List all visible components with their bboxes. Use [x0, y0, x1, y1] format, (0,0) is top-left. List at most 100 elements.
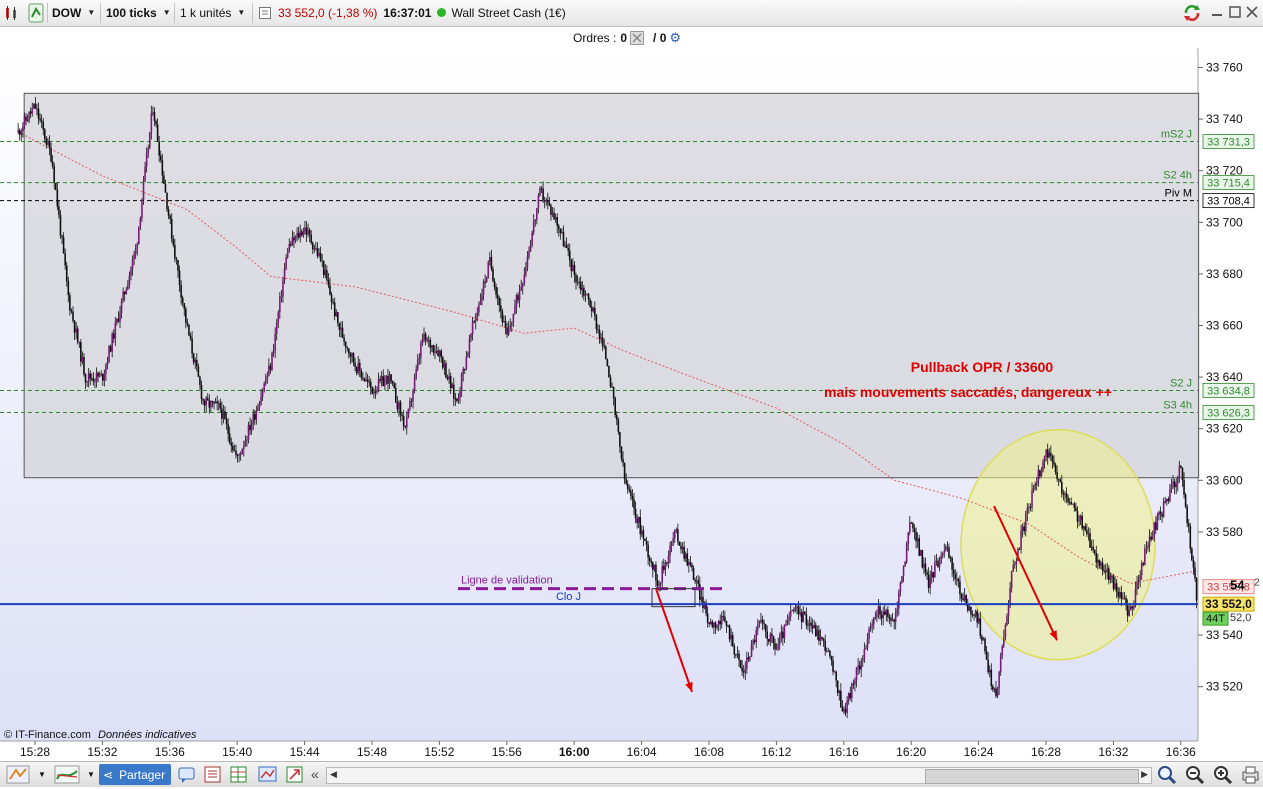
candle-body [299, 231, 302, 238]
candle-body [493, 281, 496, 288]
candle-body [1100, 562, 1102, 566]
x-tick-label: 15:56 [492, 745, 522, 759]
candle-body [501, 311, 504, 323]
comment-icon[interactable] [177, 765, 197, 784]
candle-body [310, 234, 312, 243]
candle-body [1028, 507, 1030, 509]
candle-body [374, 391, 377, 393]
units-dropdown[interactable]: 1 k unités ▼ [180, 2, 245, 23]
maximize-icon[interactable] [1229, 6, 1241, 18]
candle-body [395, 388, 397, 403]
candle-body [484, 281, 486, 283]
candle-body [1037, 470, 1040, 484]
candle-body [725, 621, 728, 626]
validation-label: Ligne de validation [461, 575, 553, 587]
candle-body [1159, 511, 1162, 514]
candle-body [155, 121, 157, 125]
candle-body [528, 251, 530, 257]
candle-body [647, 544, 649, 558]
candle-body [61, 235, 63, 238]
candle-body [365, 379, 367, 381]
candle-body [916, 538, 919, 542]
candle-body [1059, 479, 1062, 483]
candle-body [625, 478, 627, 484]
export-icon[interactable] [285, 765, 305, 784]
candle-body [253, 413, 256, 420]
candle-body [619, 431, 621, 447]
candle-body [344, 341, 347, 347]
chevron-down-icon[interactable]: ▼ [38, 770, 46, 789]
horizontal-scrollbar[interactable]: ◀ ▶ [326, 767, 1152, 784]
candle-body [587, 294, 590, 300]
close-icon[interactable] [1246, 6, 1258, 18]
candle-body [371, 387, 374, 394]
candle-body [1186, 506, 1188, 524]
candle-body [167, 209, 170, 216]
chevron-down-icon[interactable]: ▼ [87, 770, 95, 789]
x-tick-label: 16:04 [627, 745, 657, 759]
candle-body [232, 445, 234, 451]
candle-body [539, 188, 541, 196]
candle-body [869, 626, 872, 630]
candle-body [252, 413, 255, 424]
candle-body [974, 611, 977, 616]
candle-body [291, 237, 294, 246]
candle-body [1065, 493, 1068, 498]
scroll-left-icon[interactable]: ◀ [330, 769, 337, 780]
candle-body [172, 238, 175, 246]
watermark-note: Données indicatives [98, 729, 197, 741]
period-dropdown[interactable]: 100 ticks ▼ [106, 2, 171, 23]
candle-body [934, 562, 936, 578]
price-chart[interactable]: mS2 J 33 731,3 S2 4h 33 715,4 Piv M 33 708,4 S… [0, 48, 1263, 761]
candle-body [228, 433, 231, 443]
indicator-icon[interactable] [28, 3, 44, 23]
print-icon[interactable] [1241, 765, 1261, 784]
candle-body [1098, 559, 1101, 566]
candle-body [586, 294, 588, 296]
candle-body [158, 141, 160, 156]
candle-body [636, 518, 638, 523]
candle-body [898, 591, 900, 609]
candle-body [31, 108, 34, 114]
candle-body [337, 311, 339, 324]
window-chart-icon[interactable] [257, 765, 279, 784]
candle-body [731, 634, 734, 647]
candle-body [286, 252, 289, 258]
candle-body [222, 411, 225, 419]
candle-body [614, 398, 616, 416]
candle-body [553, 212, 555, 220]
candle-body [20, 131, 23, 135]
zoom-out-icon[interactable] [1185, 765, 1205, 785]
orders-cancel-icon[interactable] [630, 31, 645, 45]
zoom-fit-icon[interactable] [1157, 765, 1177, 785]
minimize-icon[interactable] [1211, 6, 1223, 18]
candle-body [540, 188, 543, 190]
candle-body [387, 375, 389, 384]
list-icon[interactable] [203, 765, 223, 784]
candle-body [58, 206, 60, 215]
zoom-in-icon[interactable] [1213, 765, 1233, 785]
scroll-left-double-icon[interactable]: « [311, 766, 319, 785]
candle-body [611, 386, 613, 388]
candle-body [1051, 455, 1054, 462]
candle-body [141, 200, 143, 218]
candle-body [448, 375, 450, 380]
candle-body [960, 594, 963, 599]
table-icon[interactable] [229, 765, 249, 784]
chart-tools-icon[interactable] [4, 5, 20, 21]
candle-body [913, 528, 916, 532]
candle-body [449, 375, 452, 389]
settings-gear-icon[interactable]: ⚙ [669, 30, 681, 46]
scrollbar-thumb[interactable] [925, 769, 1139, 784]
candle-body [492, 268, 494, 282]
share-button[interactable]: ⋖ Partager [99, 764, 171, 785]
refresh-icon[interactable] [1182, 4, 1202, 22]
info-icon[interactable] [259, 7, 271, 19]
candle-body [156, 124, 159, 142]
candle-body [164, 183, 167, 193]
draw-tool-icon[interactable] [6, 765, 30, 784]
scroll-right-icon[interactable]: ▶ [1141, 769, 1148, 780]
indicators-tool-icon[interactable] [54, 765, 80, 784]
symbol-dropdown[interactable]: DOW ▼ [52, 2, 95, 23]
candle-body [1181, 467, 1184, 480]
